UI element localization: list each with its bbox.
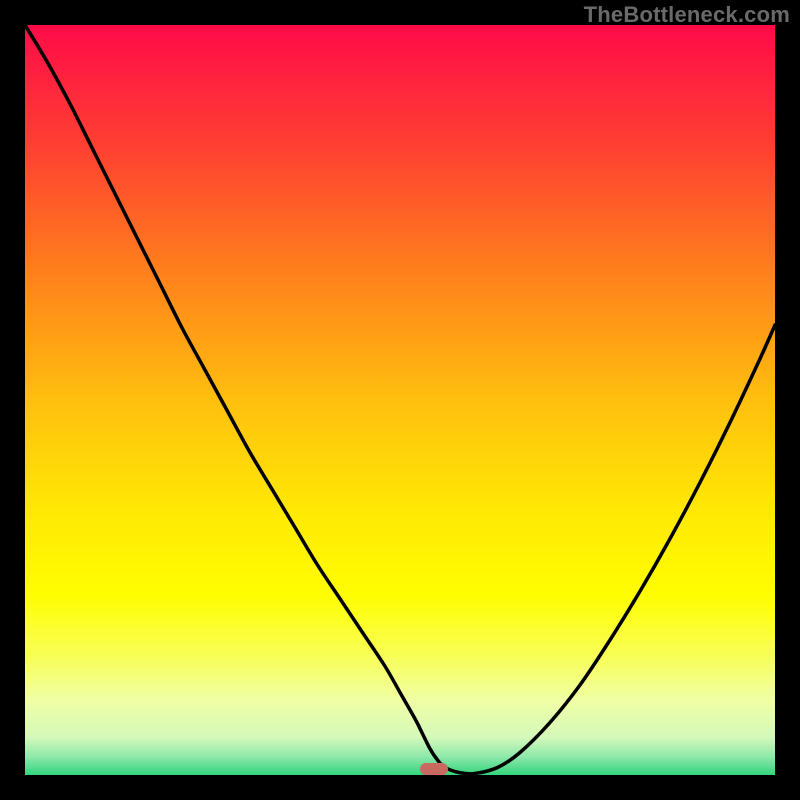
plot-area <box>25 25 775 775</box>
bottleneck-curve <box>25 25 775 775</box>
optimal-point-marker <box>420 763 448 775</box>
chart-container: TheBottleneck.com <box>0 0 800 800</box>
watermark-text: TheBottleneck.com <box>584 2 790 28</box>
